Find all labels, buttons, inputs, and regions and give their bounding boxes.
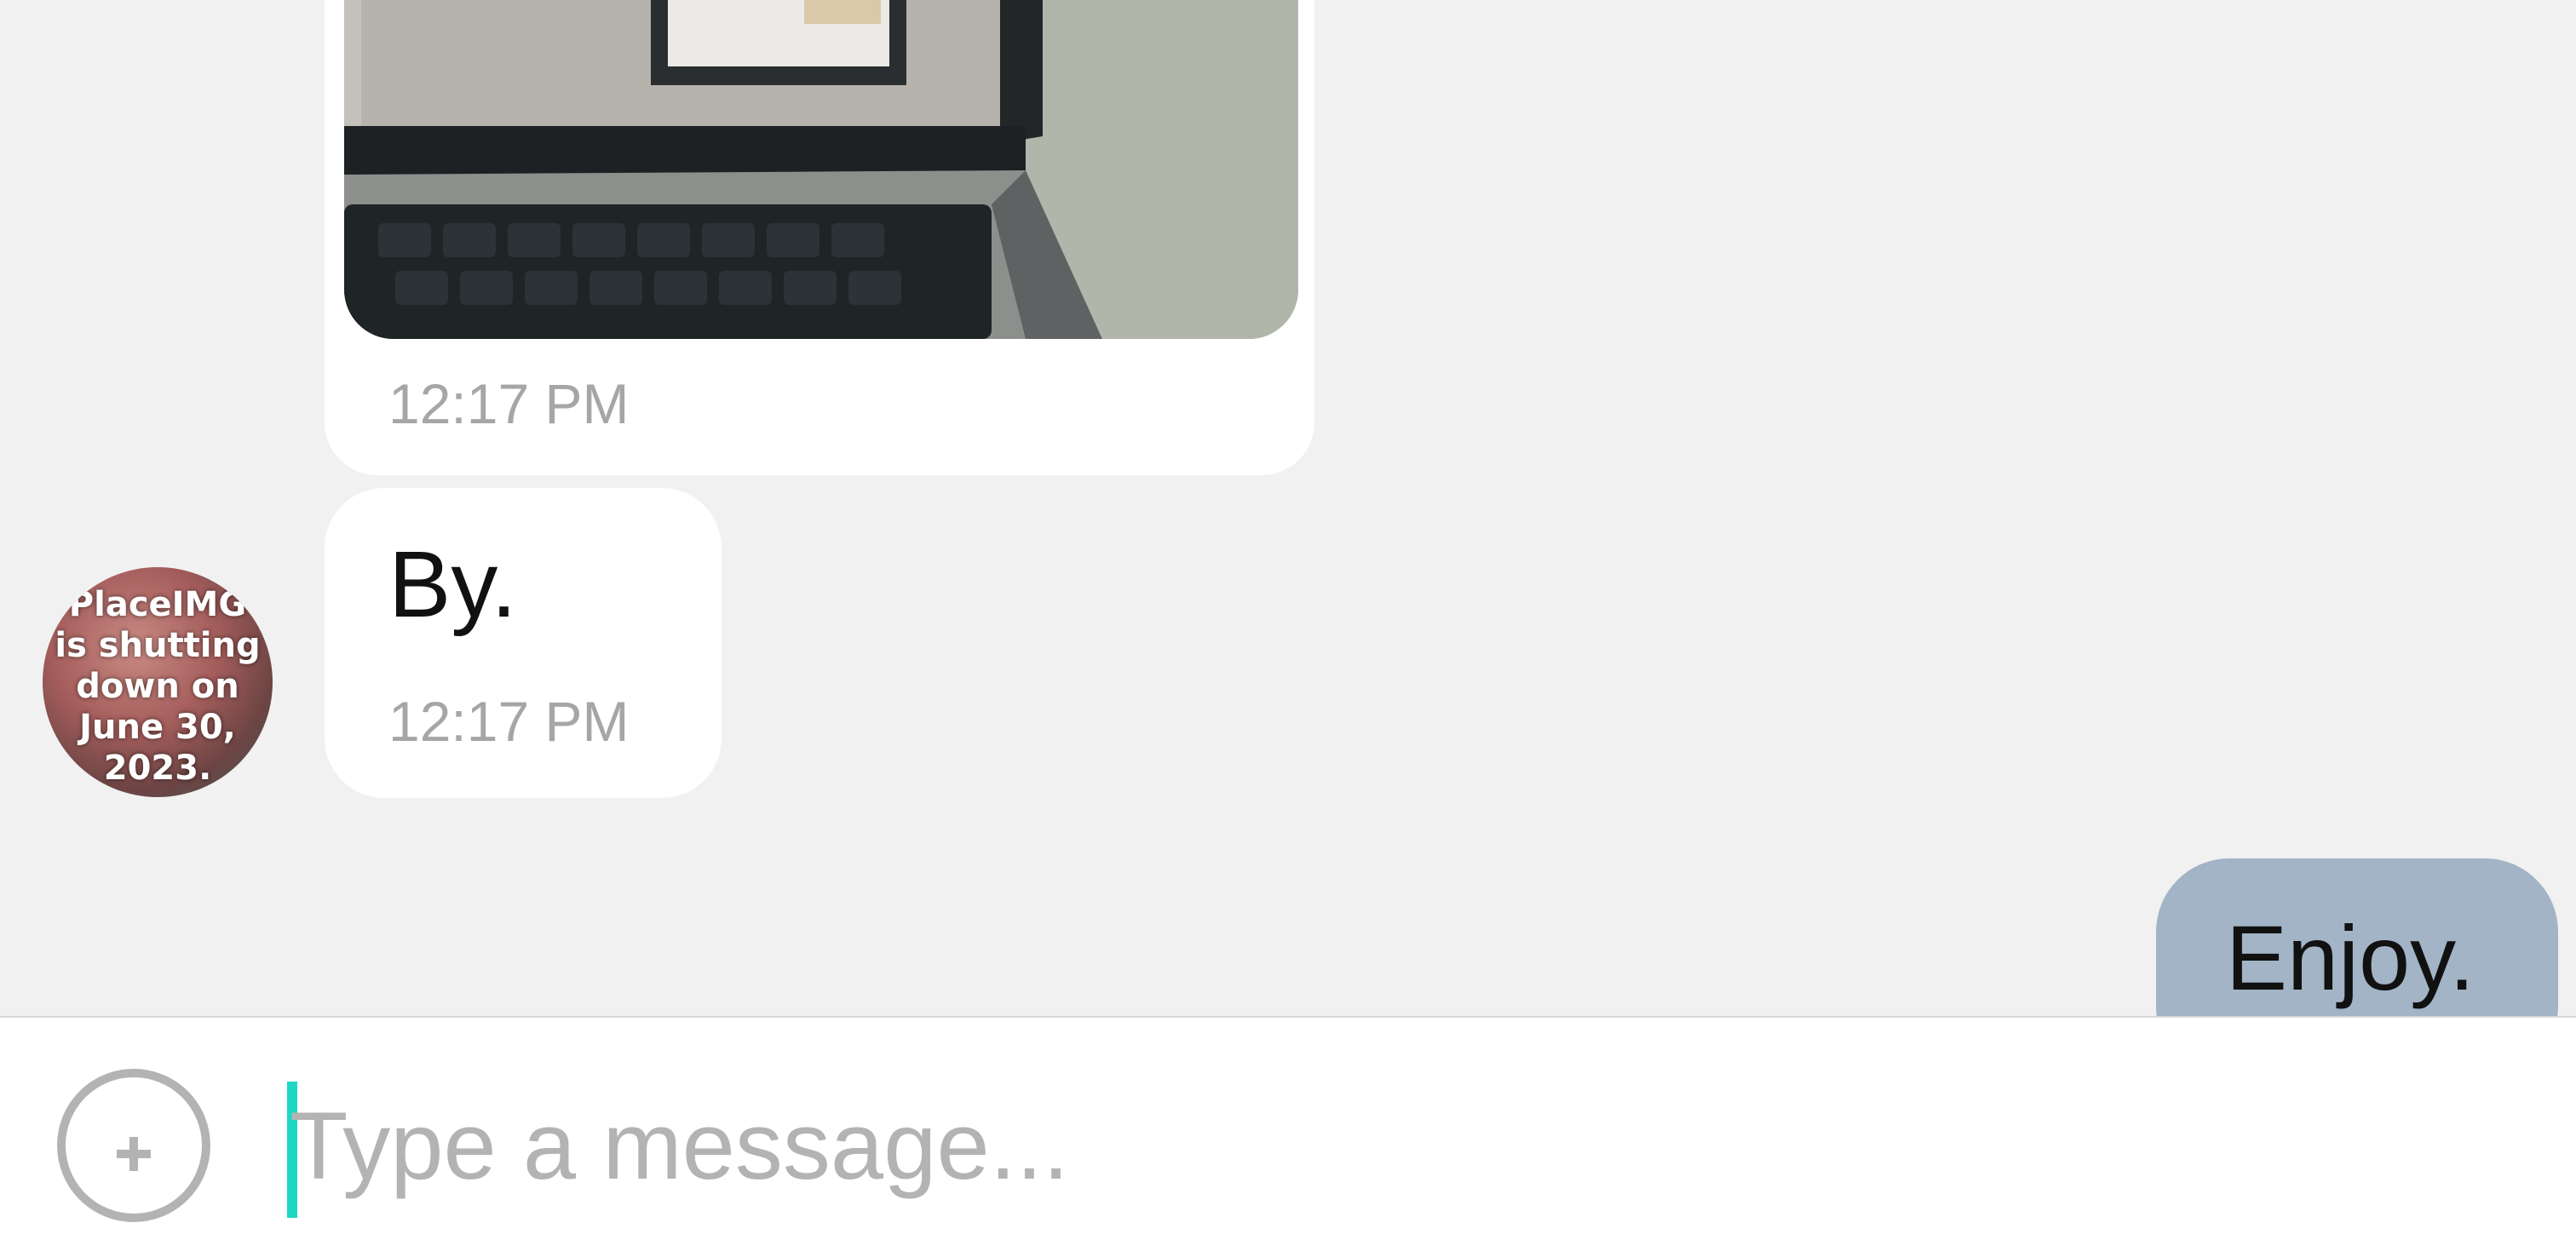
plus-circle-icon bbox=[129, 1137, 138, 1171]
message-text: By. bbox=[388, 532, 517, 637]
avatar-placeholder-text: PlaceIMG is shutting down on June 30, 20… bbox=[55, 585, 261, 788]
avatar[interactable]: PlaceIMG is shutting down on June 30, 20… bbox=[43, 567, 273, 797]
incoming-text-bubble[interactable]: By. 12:17 PM bbox=[325, 488, 722, 798]
message-list[interactable]: 12:17 PM PlaceIMG is shutting down on Ju… bbox=[0, 0, 2576, 1016]
message-input[interactable] bbox=[290, 1069, 2504, 1222]
laptop-photo bbox=[344, 0, 1298, 339]
message-text: Enjoy. bbox=[2226, 906, 2475, 1009]
chat-screen: 12:17 PM PlaceIMG is shutting down on Ju… bbox=[0, 0, 2576, 1257]
add-attachment-button[interactable] bbox=[57, 1069, 210, 1222]
outgoing-text-bubble[interactable]: Enjoy. bbox=[2156, 858, 2558, 1016]
shared-photo[interactable] bbox=[344, 0, 1298, 339]
message-time: 12:17 PM bbox=[388, 372, 630, 435]
message-time: 12:17 PM bbox=[388, 690, 630, 753]
message-composer bbox=[0, 1016, 2576, 1257]
